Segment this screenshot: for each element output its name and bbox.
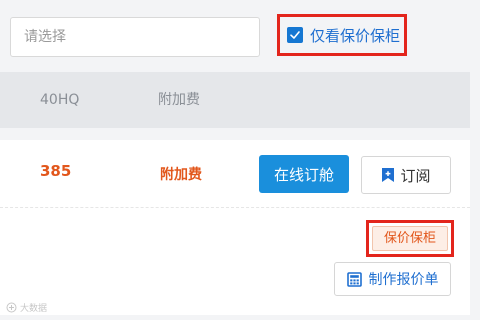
watermark-logo-icon — [6, 302, 17, 313]
filter-bar: 请选择 仅看保价保柜 — [0, 0, 480, 72]
container-select-input[interactable]: 请选择 — [10, 17, 260, 57]
rate-row-card: 385 附加费 在线订舱 订阅 保价保柜 制作报价单 — [0, 140, 470, 315]
insured-badge-highlight: 保价保柜 — [366, 220, 454, 257]
subscribe-label: 订阅 — [400, 166, 431, 185]
calculator-icon — [346, 271, 362, 287]
table-header: 40HQ 附加费 — [0, 72, 470, 128]
checkbox-checked-icon[interactable] — [287, 27, 303, 43]
subscribe-button[interactable]: 订阅 — [361, 156, 451, 194]
watermark: 大数据 — [6, 301, 47, 314]
surcharge-link[interactable]: 附加费 — [160, 164, 202, 184]
insured-badge: 保价保柜 — [372, 226, 448, 251]
only-insured-label: 仅看保价保柜 — [310, 26, 401, 45]
bookmark-plus-icon — [381, 167, 395, 183]
make-quote-button[interactable]: 制作报价单 — [334, 262, 451, 296]
book-online-button[interactable]: 在线订舱 — [259, 155, 349, 193]
column-header-surcharge: 附加费 — [158, 92, 200, 108]
row-divider — [0, 207, 470, 208]
make-quote-label: 制作报价单 — [368, 272, 439, 288]
column-header-40hq: 40HQ — [40, 92, 80, 108]
watermark-text: 大数据 — [20, 304, 48, 314]
price-40hq: 385 — [40, 162, 72, 180]
only-insured-filter[interactable]: 仅看保价保柜 — [277, 14, 407, 56]
